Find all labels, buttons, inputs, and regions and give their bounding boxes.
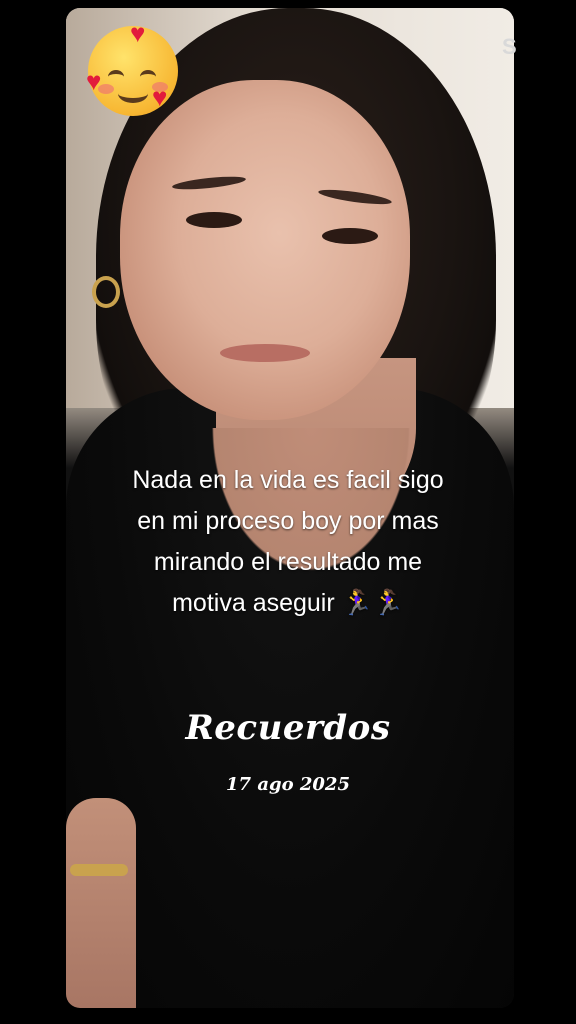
heart-icon: ♥ <box>152 82 168 112</box>
caption-line-3: mirando el resultado me <box>153 548 423 576</box>
person-face <box>120 80 410 420</box>
right-eye <box>322 228 378 244</box>
caption-text: Nada en la vida es facil sigo en mi proc… <box>90 460 486 624</box>
album-date: 17 ago 2025 <box>226 774 350 795</box>
caption-line-4: motiva aseguir 🏃‍♀️🏃‍♀️ <box>172 589 404 617</box>
heart-icon: ♥ <box>86 66 102 96</box>
bracelet <box>70 864 128 876</box>
emoji-mouth <box>118 84 148 103</box>
lips <box>220 344 310 362</box>
emoji-eye-left <box>108 70 124 84</box>
caption-line-1: Nada en la vida es facil sigo <box>132 466 444 494</box>
album-title: Recuerdos <box>185 708 391 748</box>
earring <box>92 276 120 308</box>
watermark-icon: S <box>502 34 517 59</box>
heart-icon: ♥ <box>130 18 146 48</box>
left-eye <box>186 212 242 228</box>
caption-line-2: en mi proceso boy por mas <box>137 507 439 535</box>
person-arm <box>66 798 136 1008</box>
